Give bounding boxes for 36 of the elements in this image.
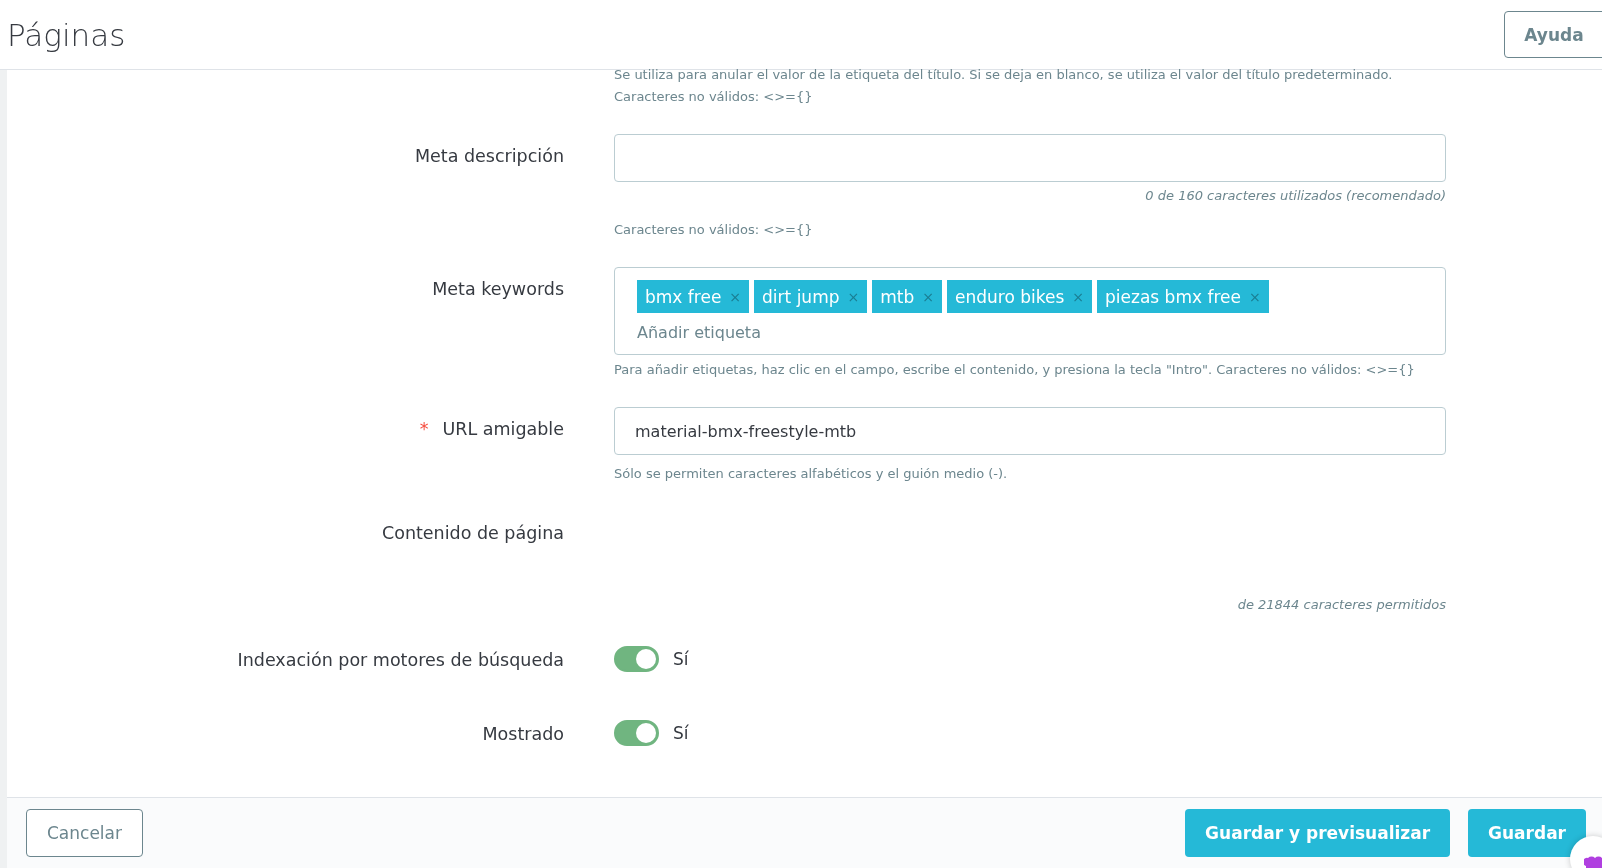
help-text: Se utiliza para anular el valor de la etiqueta del título. Si se deja en blanco, se utiliza el valor del título predeterminado. [614, 66, 1394, 84]
field-label: Contenido de página [381, 523, 564, 543]
help-text: Sólo se permiten caracteres alfabéticos y el guión medio (-). [614, 465, 1009, 483]
help-text: Para añadir etiquetas, haz clic en el campo, escribe el contenido, y presiona la tecla "Intro". Caracteres no válidos: <>={} [614, 361, 1416, 379]
field-label: Meta descripción [414, 146, 564, 166]
remove-tag-button[interactable]: × [1248, 288, 1261, 305]
remove-tag-button[interactable]: × [1072, 288, 1085, 305]
field-label: URL amigable [442, 419, 564, 439]
toggle-switch[interactable] [614, 720, 659, 746]
text-field[interactable] [614, 134, 1446, 182]
tag-chip[interactable]: bmx free × [637, 280, 750, 313]
required-mark: * [419, 419, 429, 439]
tag-chip[interactable]: dirt jump × [754, 280, 868, 313]
switch-state-label: Sí [673, 723, 689, 743]
help-text: Caracteres no válidos: <>={} [614, 221, 814, 239]
help-button[interactable]: Ayuda [1504, 11, 1602, 58]
field-label: Indexación por motores de búsqueda [237, 650, 564, 670]
text-field[interactable]: material-bmx-freestyle-mtb [614, 407, 1446, 455]
toggle-switch[interactable] [614, 646, 659, 672]
tags-field[interactable]: bmx free × dirt jump × mtb × enduro bikes × piezas bmx free × Añadir etiqueta [614, 267, 1446, 355]
character-counter: de 21844 caracteres permitidos [1236, 597, 1446, 612]
save-button[interactable]: Guardar [1468, 809, 1586, 857]
switch-state-label: Sí [673, 649, 689, 669]
help-text: Caracteres no válidos: <>={} [614, 88, 814, 106]
tag-chip[interactable]: mtb × [872, 280, 942, 313]
remove-tag-button[interactable]: × [729, 288, 742, 305]
tag-chip[interactable]: enduro bikes × [947, 280, 1093, 313]
cancel-button[interactable]: Cancelar [26, 809, 143, 857]
field-label: Meta keywords [432, 279, 564, 299]
remove-tag-button[interactable]: × [922, 288, 934, 305]
tag-chip[interactable]: piezas bmx free × [1097, 280, 1269, 313]
remove-tag-button[interactable]: × [847, 288, 860, 305]
page-title: Páginas [7, 16, 126, 53]
save-and-preview-button[interactable]: Guardar y previsualizar [1185, 809, 1451, 857]
character-counter: 0 de 160 caracteres utilizados (recomendado) [1144, 188, 1446, 203]
field-label: Mostrado [482, 724, 564, 744]
